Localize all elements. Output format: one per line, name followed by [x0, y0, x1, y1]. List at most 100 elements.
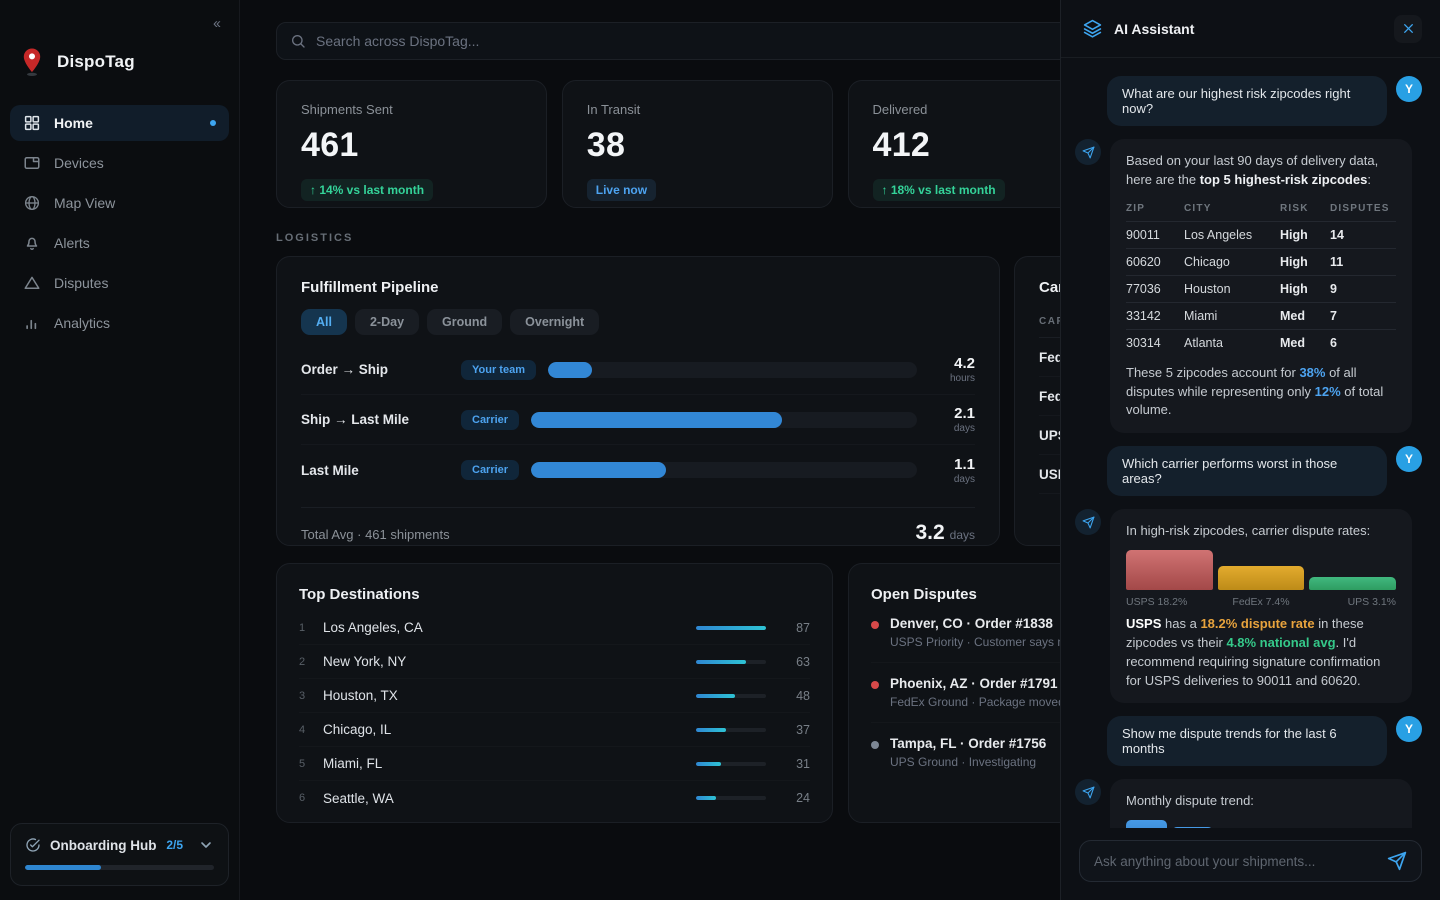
user-avatar: Y [1396, 76, 1422, 102]
destination-value: 63 [780, 655, 810, 669]
ai-message-paragraph: In high-risk zipcodes, carrier dispute r… [1126, 522, 1396, 541]
onboarding-hub-card[interactable]: Onboarding Hub 2/5 [10, 823, 229, 886]
pipeline-value: 2.1days [929, 405, 975, 434]
destination-city: New York, NY [323, 654, 696, 669]
stat-card-in-transit: In Transit38Live now [562, 80, 833, 208]
table-row: 90011Los AngelesHigh14 [1126, 221, 1396, 248]
sidebar-item-label: Analytics [54, 315, 110, 331]
destination-rank: 3 [299, 690, 323, 702]
highlight-text: 12% [1315, 384, 1341, 399]
highlight-text: 18.2% dispute rate [1200, 616, 1314, 631]
table-cell: 33142 [1126, 302, 1184, 329]
destination-bar-track [696, 796, 766, 800]
sidebar-item-home[interactable]: Home [10, 105, 229, 141]
ai-input-area [1061, 828, 1440, 900]
user-avatar: Y [1396, 446, 1422, 472]
ai-avatar [1075, 139, 1101, 165]
table-row: 33142MiamiMed7 [1126, 302, 1396, 329]
close-icon [1402, 22, 1415, 35]
status-dot-slate [871, 741, 879, 749]
destination-row-los-angeles-ca: 1Los Angeles, CA87 [299, 611, 810, 645]
onboarding-progress-track [25, 865, 214, 870]
destination-row-miami-fl: 5Miami, FL31 [299, 747, 810, 781]
table-cell: Chicago [1184, 248, 1280, 275]
message-row-ai: Monthly dispute trend:OctNovDecJanFebMar… [1075, 779, 1422, 828]
table-cell: High [1280, 221, 1330, 248]
pipeline-value-number: 4.2 [929, 355, 975, 372]
check-circle-icon [25, 837, 41, 853]
close-panel-button[interactable] [1394, 15, 1422, 43]
destination-row-new-york-ny: 2New York, NY63 [299, 645, 810, 679]
owner-badge: Carrier [461, 460, 519, 480]
pipeline-stage-label: Order → Ship [301, 362, 449, 377]
stat-badge: ↑ 14% vs last month [301, 179, 433, 201]
pipeline-bar-fill [531, 462, 666, 478]
destination-bar-fill [696, 694, 735, 698]
filter-chip-all[interactable]: All [301, 309, 347, 335]
stat-value: 461 [301, 126, 522, 165]
pipeline-total-row: Total Avg · 461 shipments 3.2 days [301, 507, 975, 545]
table-row: 30314AtlantaMed6 [1126, 329, 1396, 356]
pipeline-value-number: 2.1 [929, 405, 975, 422]
destination-value: 37 [780, 723, 810, 737]
text-segment: has a [1161, 616, 1200, 631]
pipeline-value-unit: days [929, 423, 975, 434]
table-row: 77036HoustonHigh9 [1126, 275, 1396, 302]
chart-label: USPS 18.2% [1126, 596, 1213, 608]
table-cell: 9 [1330, 275, 1396, 302]
paper-plane-icon [1082, 516, 1095, 529]
stat-label: In Transit [587, 102, 808, 117]
ai-chat-input[interactable] [1094, 854, 1377, 869]
table-cell: 60620 [1126, 248, 1184, 275]
ai-input-container[interactable] [1079, 840, 1422, 882]
warning-icon [23, 274, 41, 292]
message-row-user: Show me dispute trends for the last 6 mo… [1075, 716, 1422, 766]
sidebar-item-analytics[interactable]: Analytics [10, 305, 229, 341]
text-segment: : [1367, 172, 1371, 187]
destination-bar-fill [696, 626, 766, 630]
destination-rank: 4 [299, 724, 323, 736]
ai-assistant-panel: AI Assistant What are our highest risk z… [1060, 0, 1440, 900]
filter-chip-overnight[interactable]: Overnight [510, 309, 599, 335]
ai-message-paragraph: These 5 zipcodes account for 38% of all … [1126, 364, 1396, 421]
user-message-bubble: Show me dispute trends for the last 6 mo… [1107, 716, 1387, 766]
ai-avatar [1075, 509, 1101, 535]
filter-chip-ground[interactable]: Ground [427, 309, 502, 335]
pipeline-bar-track [531, 412, 917, 428]
stat-value: 38 [587, 126, 808, 165]
chart-bars [1126, 820, 1396, 828]
sidebar-item-alerts[interactable]: Alerts [10, 225, 229, 261]
chart-label: FedEx 7.4% [1218, 596, 1305, 608]
table-cell: Atlanta [1184, 329, 1280, 356]
search-icon [290, 33, 306, 49]
chart-label: UPS 3.1% [1309, 596, 1396, 608]
destination-value: 87 [780, 621, 810, 635]
onboarding-progress-count: 2/5 [166, 838, 183, 852]
pipeline-bar-track [548, 362, 917, 378]
dispute-body: Tampa, FL · Order #1756UPS Ground · Inve… [890, 736, 1046, 769]
pipeline-row-order-ship: Order → ShipYour team4.2hours [301, 345, 975, 395]
sidebar-item-devices[interactable]: Devices [10, 145, 229, 181]
message-row-user: What are our highest risk zipcodes right… [1075, 76, 1422, 126]
pipeline-row-ship-last-mile: Ship → Last MileCarrier2.1days [301, 395, 975, 445]
brand-name: DispoTag [57, 52, 135, 72]
destination-row-chicago-il: 4Chicago, IL37 [299, 713, 810, 747]
destination-value: 48 [780, 689, 810, 703]
collapse-sidebar-icon[interactable]: ‹‹ [209, 14, 223, 33]
chevron-down-icon[interactable] [198, 837, 214, 853]
user-avatar: Y [1396, 716, 1422, 742]
bar-fedex [1218, 566, 1305, 590]
table-header-disputes: DISPUTES [1330, 199, 1396, 222]
brand: DispoTag [10, 33, 229, 77]
filter-chip-2-day[interactable]: 2-Day [355, 309, 419, 335]
sidebar-item-disputes[interactable]: Disputes [10, 265, 229, 301]
table-cell: High [1280, 275, 1330, 302]
bar-usps [1126, 550, 1213, 590]
destination-rank: 1 [299, 622, 323, 634]
message-row-ai: Based on your last 90 days of delivery d… [1075, 139, 1422, 433]
paper-plane-icon [1082, 146, 1095, 159]
ai-message-paragraph: USPS has a 18.2% dispute rate in these z… [1126, 615, 1396, 690]
send-icon[interactable] [1387, 851, 1407, 871]
dispute-title: Tampa, FL · Order #1756 [890, 736, 1046, 751]
sidebar-item-map-view[interactable]: Map View [10, 185, 229, 221]
